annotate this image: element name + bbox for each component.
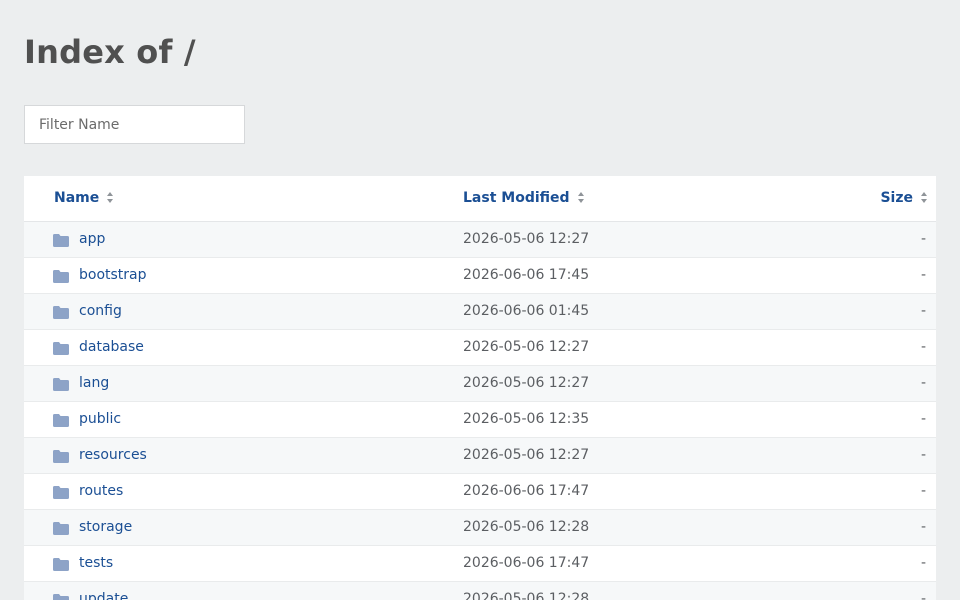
folder-link[interactable]: database [79,330,144,365]
last-modified-value: 2026-06-06 17:47 [463,483,590,499]
size-column-label: Size [880,190,913,206]
table-header: Name Last Modified Size [24,176,936,222]
folder-icon [53,484,69,499]
page-title: Index of / [24,33,196,71]
size-value: - [920,231,926,247]
folder-icon [53,232,69,247]
last-modified-value: 2026-05-06 12:27 [463,231,590,247]
size-value: - [920,447,926,463]
table-row: public 2026-05-06 12:35 - [24,402,936,438]
file-table: Name Last Modified Size app 2026-05-06 12… [24,176,936,600]
folder-link[interactable]: resources [79,438,147,473]
size-value: - [920,519,926,535]
table-row: routes 2026-06-06 17:47 - [24,474,936,510]
folder-link[interactable]: public [79,402,121,437]
last-modified-value: 2026-06-06 01:45 [463,303,590,319]
last-modified-value: 2026-05-06 12:35 [463,411,590,427]
folder-icon [53,556,69,571]
table-row: storage 2026-05-06 12:28 - [24,510,936,546]
name-column-label: Name [54,190,100,206]
folder-icon [53,340,69,355]
folder-icon [53,520,69,535]
sort-icon [921,191,928,203]
sort-by-modified-header[interactable]: Last Modified [463,176,585,221]
directory-listing-page: Index of / Name Last Modified Size app 20… [0,0,960,600]
table-body: app 2026-05-06 12:27 - bootstrap 2026-06-06 … [24,222,936,600]
folder-link[interactable]: routes [79,474,123,509]
table-row: update 2026-05-06 12:28 - [24,582,936,600]
folder-icon [53,376,69,391]
size-value: - [920,555,926,571]
size-value: - [920,483,926,499]
table-row: app 2026-05-06 12:27 - [24,222,936,258]
folder-icon [53,592,69,600]
table-row: bootstrap 2026-06-06 17:45 - [24,258,936,294]
size-value: - [920,375,926,391]
folder-icon [53,268,69,283]
table-row: config 2026-06-06 01:45 - [24,294,936,330]
table-row: tests 2026-06-06 17:47 - [24,546,936,582]
sort-by-name-header[interactable]: Name [54,176,114,221]
last-modified-value: 2026-05-06 12:27 [463,447,590,463]
folder-icon [53,412,69,427]
filter-name-input[interactable] [24,105,245,144]
modified-column-label: Last Modified [463,190,570,206]
folder-link[interactable]: lang [79,366,109,401]
size-value: - [920,267,926,283]
size-value: - [920,303,926,319]
folder-icon [53,448,69,463]
size-value: - [920,411,926,427]
last-modified-value: 2026-05-06 12:28 [463,591,590,600]
folder-link[interactable]: app [79,222,105,257]
folder-link[interactable]: tests [79,546,113,581]
folder-link[interactable]: update [79,582,128,600]
last-modified-value: 2026-05-06 12:27 [463,375,590,391]
last-modified-value: 2026-05-06 12:28 [463,519,590,535]
last-modified-value: 2026-06-06 17:45 [463,267,590,283]
folder-link[interactable]: config [79,294,122,329]
sort-by-size-header[interactable]: Size [880,176,928,221]
table-row: lang 2026-05-06 12:27 - [24,366,936,402]
last-modified-value: 2026-06-06 17:47 [463,555,590,571]
folder-link[interactable]: bootstrap [79,258,147,293]
table-row: resources 2026-05-06 12:27 - [24,438,936,474]
last-modified-value: 2026-05-06 12:27 [463,339,590,355]
sort-icon [107,191,114,203]
size-value: - [920,591,926,600]
size-value: - [920,339,926,355]
table-row: database 2026-05-06 12:27 - [24,330,936,366]
sort-icon [577,191,585,203]
folder-icon [53,304,69,319]
folder-link[interactable]: storage [79,510,132,545]
